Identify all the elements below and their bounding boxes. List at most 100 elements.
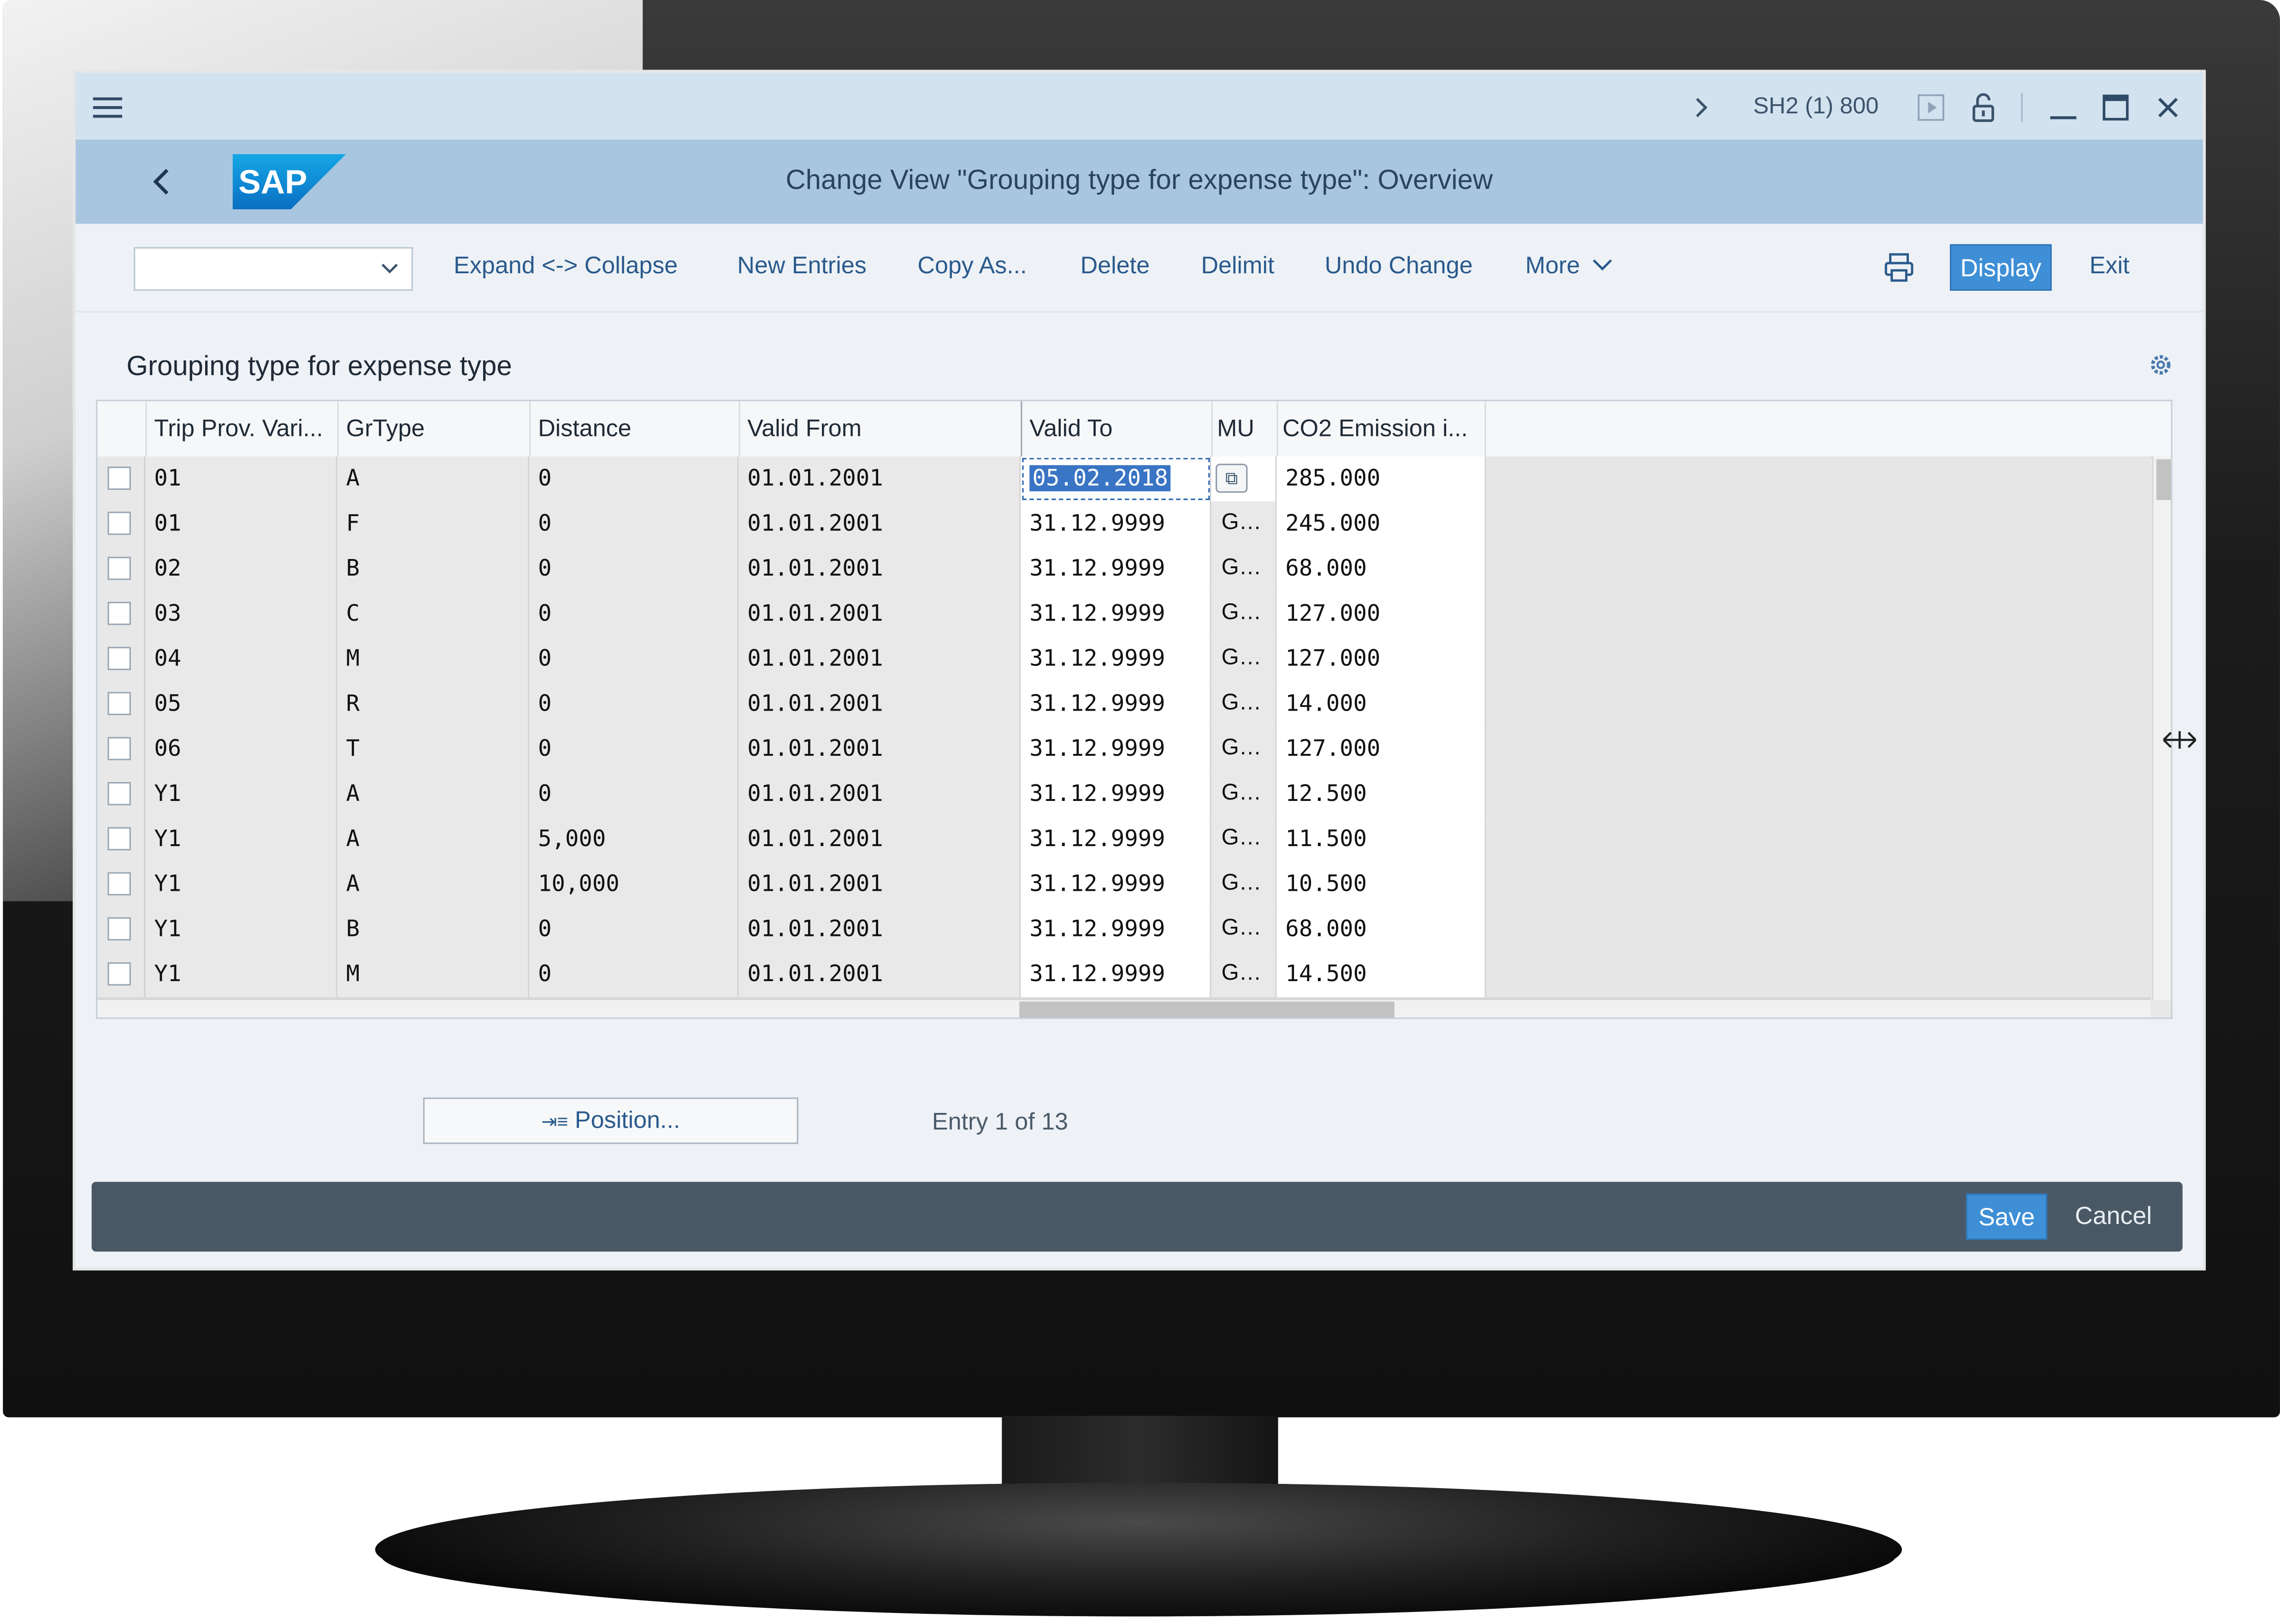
delete-button[interactable]: Delete xyxy=(1081,253,1150,281)
cell-distance: 0 xyxy=(529,907,739,953)
row-selector[interactable] xyxy=(97,591,146,637)
table-row[interactable]: Y1 M 0 01.01.2001 31.12.9999 G… 14.500 xyxy=(97,952,2151,999)
cell-valid-to[interactable]: 31.12.9999 xyxy=(1021,862,1211,907)
horizontal-scroll-thumb[interactable] xyxy=(1019,1001,1394,1018)
cancel-button[interactable]: Cancel xyxy=(2075,1202,2152,1231)
cell-valid-to[interactable]: 31.12.9999 xyxy=(1021,727,1211,772)
position-button[interactable]: ⇥≡ Position... xyxy=(423,1097,798,1144)
row-selector[interactable] xyxy=(97,727,146,772)
cell-co2-emission[interactable]: 14.500 xyxy=(1276,952,1486,997)
unlock-icon[interactable] xyxy=(1966,90,2001,125)
cell-co2-emission[interactable]: 11.500 xyxy=(1276,817,1486,862)
row-checkbox[interactable] xyxy=(107,557,131,580)
cell-valid-to[interactable]: 05.02.2018 xyxy=(1021,456,1211,502)
cell-valid-to[interactable]: 31.12.9999 xyxy=(1021,817,1211,862)
cell-valid-to[interactable]: 31.12.9999 xyxy=(1021,771,1211,817)
row-selector[interactable] xyxy=(97,456,146,502)
row-checkbox[interactable] xyxy=(107,827,131,851)
undo-change-button[interactable]: Undo Change xyxy=(1325,253,1473,281)
cell-distance: 0 xyxy=(529,771,739,817)
row-selector[interactable] xyxy=(97,547,146,592)
row-checkbox[interactable] xyxy=(107,692,131,715)
horizontal-scrollbar[interactable] xyxy=(97,999,2151,1018)
table-row[interactable]: 05 R 0 01.01.2001 31.12.9999 G… 14.000 xyxy=(97,682,2151,729)
cell-co2-emission[interactable]: 12.500 xyxy=(1276,771,1486,817)
row-selector[interactable] xyxy=(97,636,146,682)
cell-co2-emission[interactable]: 245.000 xyxy=(1276,501,1486,547)
cell-valid-to[interactable]: 31.12.9999 xyxy=(1021,952,1211,997)
column-header-grtype[interactable]: GrType xyxy=(337,401,529,457)
column-header-distance[interactable]: Distance xyxy=(529,401,738,457)
play-icon[interactable] xyxy=(1914,90,1949,125)
table-row[interactable]: Y1 B 0 01.01.2001 31.12.9999 G… 68.000 xyxy=(97,907,2151,954)
vertical-scroll-thumb[interactable] xyxy=(2156,459,2171,500)
table-row[interactable]: 02 B 0 01.01.2001 31.12.9999 G… 68.000 xyxy=(97,547,2151,593)
row-checkbox[interactable] xyxy=(107,872,131,896)
delimit-button[interactable]: Delimit xyxy=(1201,253,1274,281)
command-dropdown[interactable] xyxy=(134,247,413,291)
close-icon[interactable] xyxy=(2150,90,2185,125)
column-header-valid-from[interactable]: Valid From xyxy=(738,401,1021,457)
select-all-column[interactable] xyxy=(97,401,145,457)
cell-co2-emission[interactable]: 10.500 xyxy=(1276,862,1486,907)
column-header-mu[interactable]: MU xyxy=(1211,401,1277,457)
table-row[interactable]: 06 T 0 01.01.2001 31.12.9999 G… 127.000 xyxy=(97,727,2151,774)
row-checkbox[interactable] xyxy=(107,737,131,760)
value-help-icon[interactable]: ⧉ xyxy=(1215,464,1248,493)
cell-valid-to[interactable]: 31.12.9999 xyxy=(1021,907,1211,953)
cell-co2-emission[interactable]: 127.000 xyxy=(1276,727,1486,772)
table-row[interactable]: 04 M 0 01.01.2001 31.12.9999 G… 127.000 xyxy=(97,636,2151,683)
column-header-trip-provision-variant[interactable]: Trip Prov. Vari... xyxy=(145,401,337,457)
cell-valid-to[interactable]: 31.12.9999 xyxy=(1021,682,1211,727)
chevron-right-icon[interactable] xyxy=(1683,90,1719,125)
row-selector[interactable] xyxy=(97,501,146,547)
settings-icon[interactable] xyxy=(2148,352,2174,378)
table-row[interactable]: 03 C 0 01.01.2001 31.12.9999 G… 127.000 xyxy=(97,591,2151,638)
cell-valid-to[interactable]: 31.12.9999 xyxy=(1021,547,1211,592)
display-button[interactable]: Display xyxy=(1949,244,2052,291)
new-entries-button[interactable]: New Entries xyxy=(737,253,867,281)
table-row[interactable]: Y1 A 5,000 01.01.2001 31.12.9999 G… 11.500 xyxy=(97,817,2151,864)
row-selector[interactable] xyxy=(97,682,146,727)
cell-co2-emission[interactable]: 14.000 xyxy=(1276,682,1486,727)
entry-info: Entry 1 of 13 xyxy=(932,1109,1069,1136)
row-checkbox[interactable] xyxy=(107,512,131,535)
menu-icon[interactable] xyxy=(93,97,122,118)
column-header-valid-to[interactable]: Valid To xyxy=(1021,401,1211,457)
row-selector[interactable] xyxy=(97,817,146,862)
copy-as-button[interactable]: Copy As... xyxy=(917,253,1027,281)
row-checkbox[interactable] xyxy=(107,601,131,625)
exit-button[interactable]: Exit xyxy=(2090,253,2130,281)
column-header-co2-emission[interactable]: CO2 Emission i... xyxy=(1276,401,1486,457)
row-selector[interactable] xyxy=(97,862,146,907)
row-checkbox[interactable] xyxy=(107,782,131,806)
table-row[interactable]: Y1 A 10,000 01.01.2001 31.12.9999 G… 10.500 xyxy=(97,862,2151,909)
cell-co2-emission[interactable]: 68.000 xyxy=(1276,907,1486,953)
cell-valid-from: 01.01.2001 xyxy=(738,501,1021,547)
row-checkbox[interactable] xyxy=(107,917,131,941)
row-checkbox[interactable] xyxy=(107,466,131,490)
row-selector[interactable] xyxy=(97,907,146,953)
more-button[interactable]: More xyxy=(1525,253,1613,281)
minimize-icon[interactable] xyxy=(2046,90,2081,125)
row-selector[interactable] xyxy=(97,952,146,997)
expand-collapse-button[interactable]: Expand <-> Collapse xyxy=(454,253,678,281)
maximize-icon[interactable] xyxy=(2098,90,2133,125)
cell-co2-emission[interactable]: 127.000 xyxy=(1276,636,1486,682)
table-row[interactable]: 01 F 0 01.01.2001 31.12.9999 G… 245.000 xyxy=(97,501,2151,548)
row-selector[interactable] xyxy=(97,771,146,817)
cell-valid-to[interactable]: 31.12.9999 xyxy=(1021,636,1211,682)
table-row[interactable]: Y1 A 0 01.01.2001 31.12.9999 G… 12.500 xyxy=(97,771,2151,818)
row-checkbox[interactable] xyxy=(107,647,131,671)
cell-valid-to[interactable]: 31.12.9999 xyxy=(1021,591,1211,637)
cell-co2-emission[interactable]: 127.000 xyxy=(1276,591,1486,637)
position-label: Position... xyxy=(574,1107,680,1134)
print-icon[interactable] xyxy=(1882,250,1917,285)
cell-valid-to[interactable]: 31.12.9999 xyxy=(1021,501,1211,547)
table-row[interactable]: 01 A 0 01.01.2001 05.02.2018 ⧉ 285.000 xyxy=(97,456,2151,503)
cell-co2-emission[interactable]: 68.000 xyxy=(1276,547,1486,592)
cell-co2-emission[interactable]: 285.000 xyxy=(1276,456,1486,502)
row-checkbox[interactable] xyxy=(107,962,131,986)
save-button[interactable]: Save xyxy=(1966,1193,2048,1240)
selected-text: 05.02.2018 xyxy=(1029,465,1171,492)
